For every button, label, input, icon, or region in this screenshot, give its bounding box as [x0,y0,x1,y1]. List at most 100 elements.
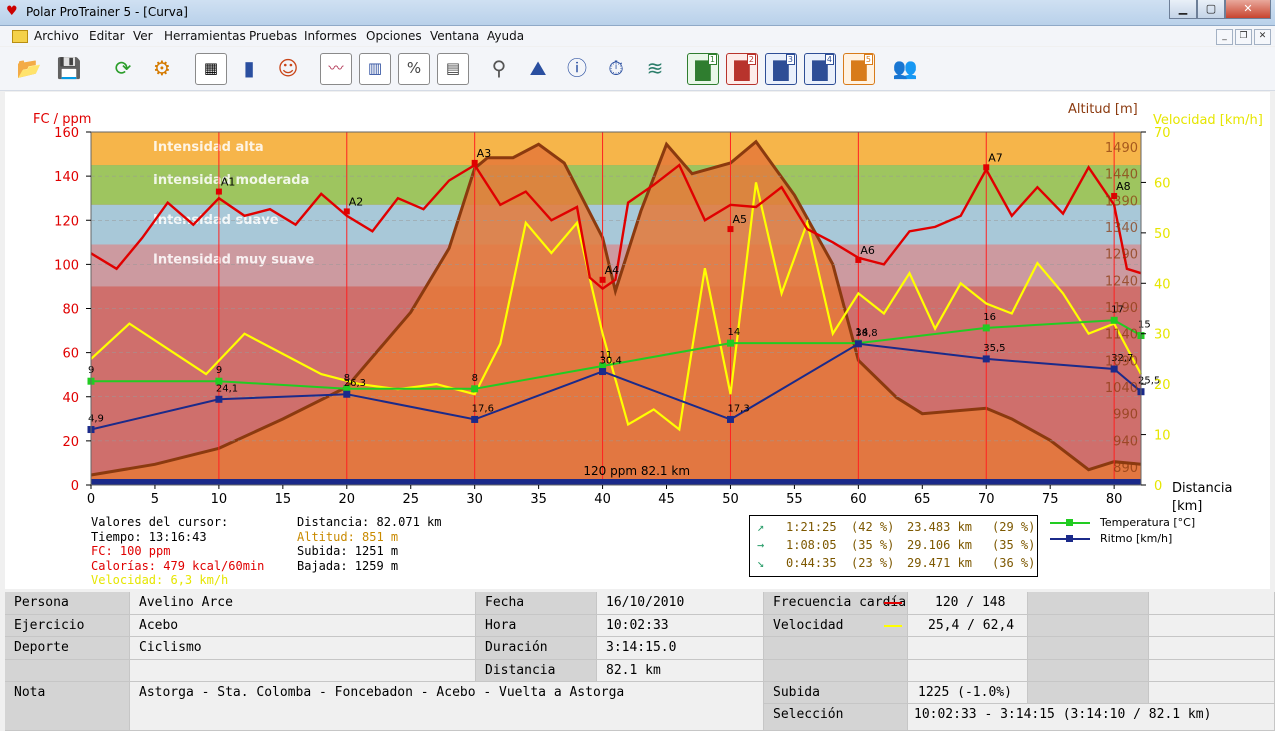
x-tick-label: 25 [402,492,419,507]
pace-point [599,368,607,376]
deporte-label: Deporte [5,637,130,660]
altitude-info-icon[interactable]: ⛰ [523,53,553,83]
book-icon[interactable]: ▮ [234,53,264,83]
speed-axis-label: Velocidad [km/h] [1153,113,1263,128]
save-icon[interactable]: 💾 [54,53,84,83]
empty-h5 [1149,682,1275,704]
temperature-label: 9 [216,365,222,376]
pace-label: 35,5 [983,343,1005,354]
hr-tick-label: 40 [62,391,79,406]
document-folder-icon [12,30,28,43]
uphill-arrow-icon: ↗ [757,520,765,534]
menu-ver[interactable]: Ver [133,29,153,43]
bar-chart-icon[interactable]: ▥ [359,53,391,85]
multi-line-icon[interactable]: ≋ [640,53,670,83]
menu-opciones[interactable]: Opciones [366,29,422,43]
vel-value[interactable]: 25,4 / 62,4 [908,615,1028,637]
sync-icon[interactable]: ⟳ [108,53,138,83]
speed-tick-label: 20 [1154,378,1171,393]
pace-point [215,395,223,403]
deporte-value[interactable]: Ciclismo [130,637,476,660]
chart-1-icon[interactable]: ▇ 1 [687,53,719,85]
empty-f3 [908,637,1028,660]
lap-label: A4 [605,264,620,277]
mdi-close-button[interactable]: ✕ [1254,29,1271,45]
hr-zone-label: Intensidad alta [153,140,264,155]
x-tick-label: 80 [1106,492,1123,507]
ejercicio-value[interactable]: Acebo [130,615,476,637]
close-button[interactable]: ✕ [1225,0,1271,19]
fc-label: Frecuencia cardíaca [764,592,908,615]
distancia-value[interactable]: 82.1 km [597,660,764,682]
minimize-button[interactable]: ▁ [1169,0,1197,19]
polar-heart-icon: ♥ [6,4,18,19]
x-tick-label: 65 [914,492,931,507]
maximize-button[interactable]: ▢ [1197,0,1225,19]
mdi-minimize-button[interactable]: _ [1216,29,1233,45]
menu-ayuda[interactable]: Ayuda [487,29,524,43]
pace-point [854,340,862,348]
nota-value[interactable]: Astorga - Sta. Colomba - Foncebadon - Ac… [130,682,764,731]
menu-pruebas[interactable]: Pruebas [249,29,297,43]
line-chart-icon[interactable]: 〰 [320,53,352,85]
mdi-restore-button[interactable]: ❐ [1235,29,1252,45]
chart-2-icon[interactable]: ▇ 2 [726,53,758,85]
zoom-1-1-icon[interactable]: ⚲ [484,53,514,83]
lap-label: A2 [349,195,364,208]
altitude-tick-label: 1340 [1105,221,1138,236]
altitude-tick-label: 1440 [1105,168,1138,183]
pace-point [471,415,479,423]
downhill-arrow-icon: ↘ [757,556,765,570]
seleccion-value[interactable]: 10:02:33 - 3:14:15 (3:14:10 / 82.1 km) [908,704,1275,731]
settings-gear-icon[interactable]: ⚙ [147,53,177,83]
altitude-tick-label: 990 [1113,408,1138,423]
x-tick-label: 10 [211,492,228,507]
speed-tick-label: 10 [1154,429,1171,444]
nota-label: Nota [5,682,130,731]
fecha-value[interactable]: 16/10/2010 [597,592,764,615]
hr-axis-label: FC / ppm [33,112,91,127]
altitude-tick-label: 1390 [1105,194,1138,209]
users-icon[interactable]: 👥 [890,53,920,83]
altitude-tick-label: 1140 [1105,328,1138,343]
chart-4-icon[interactable]: ▇ 4 [804,53,836,85]
open-folder-icon[interactable]: 📂 [14,53,44,83]
menu-editar[interactable]: Editar [89,29,125,43]
speed-tick-label: 50 [1154,227,1171,242]
lap-marker [983,164,990,171]
menu-archivo[interactable]: Archivo [34,29,79,43]
zone-row-downhill: ↘ 0:44:35 (23 %) 29.471 km (36 %) [757,556,1036,570]
percent-chart-icon[interactable]: % [398,53,430,85]
menu-informes[interactable]: Informes [304,29,357,43]
lap-label: A5 [732,213,747,226]
hr-tick-label: 20 [62,435,79,450]
chart-5-icon[interactable]: ▇ 5 [843,53,875,85]
pace-label: 26,3 [344,378,366,389]
menu-bar: Archivo Editar Ver Herramientas Pruebas … [0,26,1275,46]
altitude-tick-label: 940 [1113,434,1138,449]
lap-marker [599,276,606,283]
table-icon[interactable]: ▤ [437,53,469,85]
temperature-point [1110,316,1118,324]
x-axis-label: Distancia [1172,481,1232,496]
cursor-title: Valores del cursor: [91,515,229,529]
speed-line-swatch [884,625,902,627]
persona-value[interactable]: Avelino Arce [130,592,476,615]
pace-label: 4,9 [88,414,104,425]
calendar-icon[interactable]: ▦ [195,53,227,85]
hora-value[interactable]: 10:02:33 [597,615,764,637]
cursor-time: Tiempo: 13:16:43 [91,529,207,544]
fc-value[interactable]: 120 / 148 [908,592,1028,615]
menu-ventana[interactable]: Ventana [430,29,479,43]
person-speech-icon[interactable]: ☺ [273,53,303,83]
subida-value[interactable]: 1225 (-1.0%) [908,682,1028,704]
altitude-tick-label: 1040 [1105,381,1138,396]
exercise-details-grid: Persona Ejercicio Deporte Nota Avelino A… [5,592,1275,731]
chart-3-icon[interactable]: ▇ 3 [765,53,797,85]
menu-herramientas[interactable]: Herramientas [164,29,246,43]
baseline-bar [91,479,1141,485]
cursor-values: Valores del cursor: Tiempo: 13:16:43 FC:… [91,515,264,588]
info-circle-icon[interactable]: ⓘ [562,53,592,83]
stopwatch-icon[interactable]: ⏱ [601,53,631,83]
duracion-value[interactable]: 3:14:15.0 [597,637,764,660]
